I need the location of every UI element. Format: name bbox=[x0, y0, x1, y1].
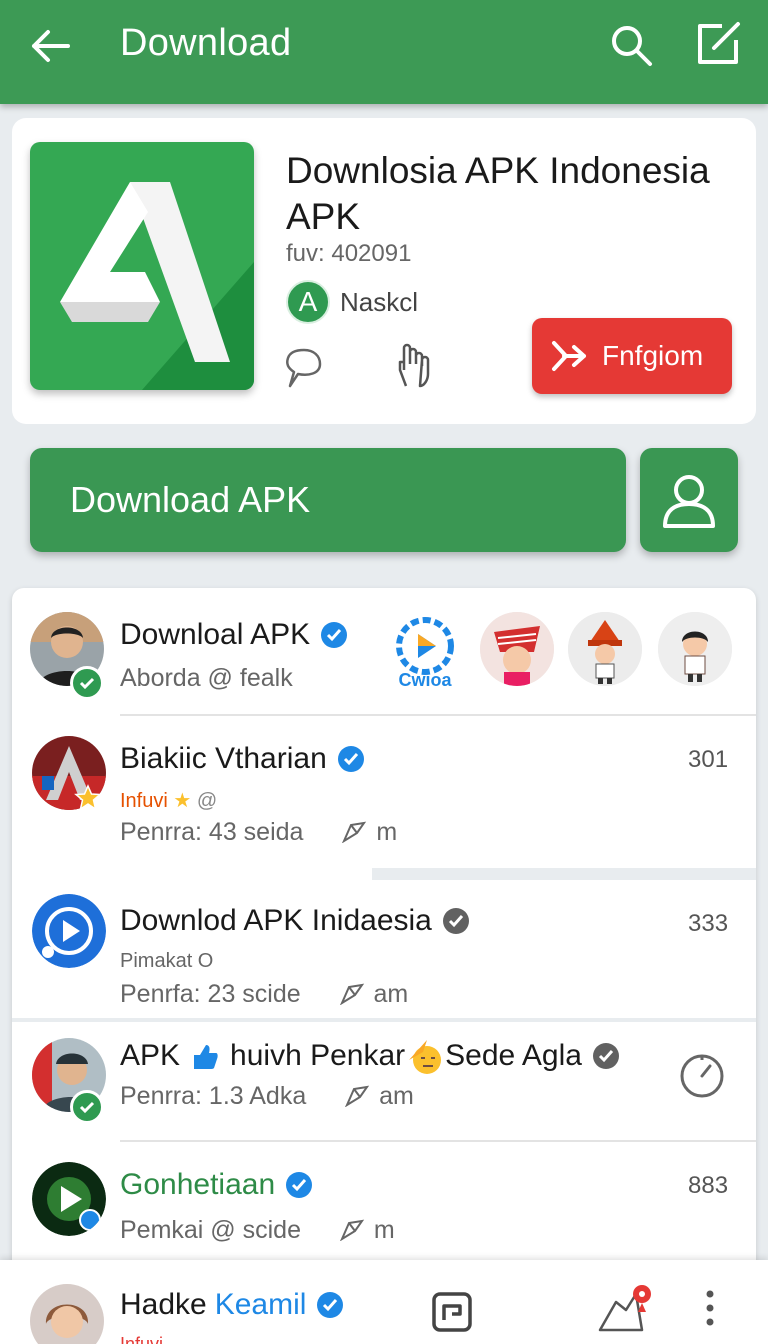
item-name-text: Gonhetiaan bbox=[120, 1168, 276, 1201]
verified-check-icon bbox=[70, 1090, 104, 1124]
item-name-b: huivh Penkar bbox=[230, 1039, 406, 1072]
hand-icon[interactable] bbox=[392, 340, 436, 390]
item-name-a: APK bbox=[120, 1039, 181, 1072]
item-meta-left: Penrra: 43 seida bbox=[120, 818, 304, 846]
item-count: 883 bbox=[688, 1172, 729, 1199]
share-icon bbox=[345, 1085, 370, 1107]
thumbs-up-icon bbox=[194, 1045, 218, 1069]
app-logo-icon bbox=[30, 142, 254, 390]
item-name-c: Sede Agla bbox=[445, 1039, 582, 1072]
emoji-icon bbox=[409, 1040, 442, 1074]
list-item[interactable]: Downloal APK Aborda @ fealk Cwioa bbox=[12, 588, 756, 716]
follow-button[interactable]: Fnfgiom bbox=[532, 318, 732, 394]
avatar bbox=[32, 894, 106, 968]
item-name: Biakiic Vtharian bbox=[120, 742, 365, 776]
story-label: Cwioa bbox=[398, 670, 452, 690]
star-badge-icon bbox=[74, 784, 102, 811]
comment-icon[interactable] bbox=[282, 346, 324, 390]
timer-icon[interactable] bbox=[678, 1052, 726, 1100]
story-item[interactable]: Cwioa bbox=[388, 612, 462, 692]
card-gap bbox=[372, 868, 756, 880]
item-meta-right: m bbox=[376, 818, 398, 846]
item-name-text: Biakiic Vtharian bbox=[120, 742, 327, 775]
bottom-user-name: Hadke Keamil bbox=[120, 1288, 344, 1322]
story-avatar[interactable] bbox=[480, 612, 554, 686]
page-title: Download bbox=[120, 22, 292, 64]
developer-row[interactable]: A Naskcl bbox=[286, 280, 418, 324]
verified-badge-icon bbox=[337, 746, 364, 772]
item-tag: Infuvi ★ @ bbox=[120, 788, 217, 813]
item-name: APK huivh Penkar Sede Agla bbox=[120, 1036, 620, 1076]
item-name-text: Downlod APK Inidaesia bbox=[120, 904, 432, 937]
item-name: Downloal APK bbox=[120, 618, 348, 652]
developer-name: Naskcl bbox=[340, 286, 419, 317]
item-meta-right: m bbox=[373, 1216, 395, 1244]
more-vertical-icon[interactable] bbox=[694, 1284, 726, 1334]
share-icon bbox=[342, 821, 367, 843]
bottom-user-first: Hadke bbox=[120, 1288, 207, 1321]
item-meta-right: am bbox=[373, 980, 409, 1008]
app-version: fuv: 402091 bbox=[286, 240, 412, 267]
list-item[interactable]: Gonhetiaan Pemkai @ scide m 883 bbox=[12, 1142, 756, 1278]
follow-button-label: Fnfgiom bbox=[602, 340, 704, 371]
bottom-bar: Hadke Keamil Infuvi bbox=[0, 1260, 768, 1344]
verified-badge-icon bbox=[592, 1043, 619, 1069]
item-meta-left: Penrfa: 23 scide bbox=[120, 980, 301, 1008]
at-icon: @ bbox=[196, 790, 218, 812]
item-meta-right: am bbox=[379, 1082, 414, 1110]
item-count: 333 bbox=[688, 910, 729, 937]
item-meta: Pemkai @ scide m bbox=[120, 1216, 395, 1245]
bottom-user-tag: Infuvi bbox=[120, 1334, 164, 1344]
verified-badge-icon bbox=[321, 622, 348, 648]
list-item[interactable]: Biakiic Vtharian Infuvi ★ @ Penrra: 43 s… bbox=[12, 716, 756, 868]
verified-badge-icon bbox=[286, 1172, 313, 1198]
item-count: 301 bbox=[688, 746, 729, 773]
item-name: Downlod APK Inidaesia bbox=[120, 904, 470, 938]
user-icon bbox=[663, 475, 715, 528]
verified-badge-icon bbox=[442, 908, 469, 934]
avatar[interactable] bbox=[30, 1284, 104, 1344]
arrow-left-icon[interactable] bbox=[28, 24, 72, 68]
search-icon[interactable] bbox=[608, 22, 654, 68]
download-apk-button[interactable]: Download APK bbox=[30, 448, 626, 552]
story-avatar[interactable] bbox=[658, 612, 732, 686]
feed-list: Downloal APK Aborda @ fealk Cwioa Biakii… bbox=[12, 588, 756, 1278]
item-name-text: Downloal APK bbox=[120, 618, 311, 651]
item-tag: Pimakat O bbox=[120, 950, 214, 972]
forward-arrow-icon bbox=[552, 341, 586, 371]
app-title: Downlosia APK Indonesia APK bbox=[286, 150, 710, 237]
notification-pin-icon[interactable] bbox=[596, 1282, 656, 1334]
verified-badge-icon bbox=[317, 1292, 344, 1318]
list-item[interactable]: APK huivh Penkar Sede Agla Penrra: 1.3 A… bbox=[12, 1022, 756, 1142]
app-bar: Download bbox=[0, 0, 768, 104]
user-button[interactable] bbox=[640, 448, 738, 552]
item-subtitle: Aborda @ fealk bbox=[120, 664, 293, 692]
verified-check-icon bbox=[70, 666, 104, 700]
star-icon: ★ bbox=[173, 790, 192, 812]
story-avatar[interactable] bbox=[568, 612, 642, 686]
developer-badge: A bbox=[286, 280, 330, 324]
item-meta-left: Pemkai @ scide bbox=[120, 1216, 301, 1244]
item-name: Gonhetiaan bbox=[120, 1168, 313, 1202]
repost-icon[interactable] bbox=[430, 1290, 474, 1334]
item-meta: Penrfa: 23 scide am bbox=[120, 980, 408, 1009]
list-item[interactable]: Downlod APK Inidaesia Pimakat O Penrfa: … bbox=[12, 880, 756, 1020]
item-meta: Penrra: 43 seida m bbox=[120, 818, 397, 847]
bottom-user-highlight: Keamil bbox=[214, 1288, 307, 1321]
item-meta-left: Penrra: 1.3 Adka bbox=[120, 1082, 307, 1110]
item-tag-text: Infuvi bbox=[120, 790, 168, 812]
edit-icon[interactable] bbox=[694, 20, 742, 68]
item-meta: Penrra: 1.3 Adka am bbox=[120, 1082, 414, 1111]
share-icon bbox=[339, 983, 364, 1005]
share-icon bbox=[339, 1219, 365, 1241]
avatar bbox=[32, 1162, 106, 1236]
